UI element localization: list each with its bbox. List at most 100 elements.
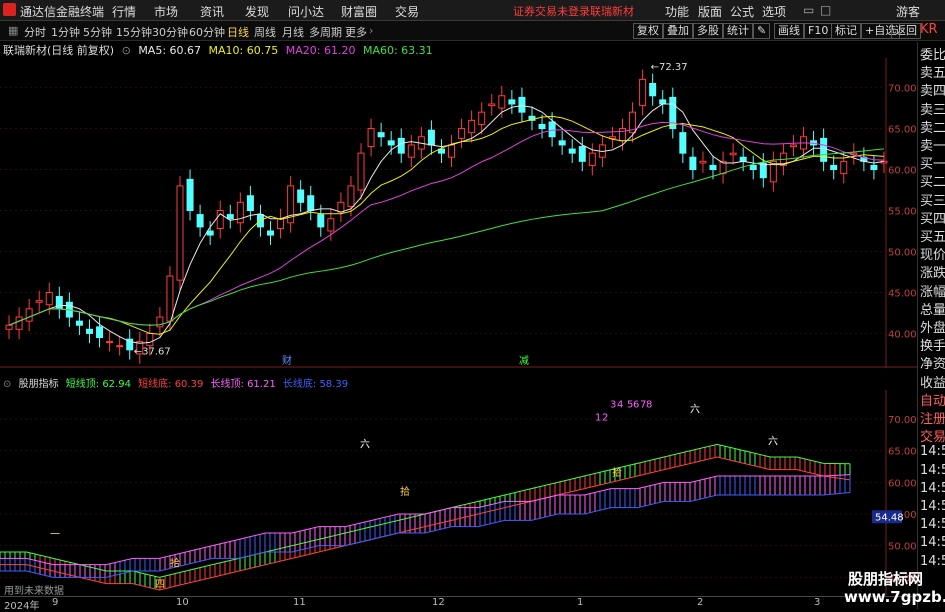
candle-body: [578, 146, 586, 162]
menu-formula[interactable]: 公式: [730, 3, 754, 20]
ma-line-ma5: [8, 103, 885, 344]
stats-button[interactable]: 统计: [723, 23, 753, 39]
menu-quotes[interactable]: 行情: [112, 3, 136, 20]
settings-icon[interactable]: ⊙: [122, 44, 131, 57]
candle-body: [478, 111, 486, 125]
date-label: 2: [697, 597, 704, 608]
candle-body: [277, 218, 285, 230]
menu-options[interactable]: 选项: [762, 3, 786, 20]
candle-body: [588, 152, 596, 166]
menu-discover[interactable]: 发现: [245, 3, 269, 20]
signal-mark: 六: [690, 404, 700, 416]
window-icon[interactable]: □: [820, 3, 831, 17]
candle-body: [488, 103, 496, 107]
tab-monthly[interactable]: 月线: [282, 24, 304, 40]
grid-icon[interactable]: ▦: [8, 24, 18, 37]
tab-multi-period[interactable]: 多周期: [309, 24, 342, 40]
candle-body: [498, 95, 506, 109]
low-price-label: ←37.67: [134, 347, 171, 358]
price-tick-label: 70.00: [888, 84, 917, 95]
high-price-label: ←72.37: [651, 62, 688, 73]
panel-label: 买四: [920, 211, 945, 227]
panel-label: 卖一: [920, 139, 945, 154]
candle-body: [568, 148, 576, 154]
candle-body: [820, 137, 828, 162]
indicator-settings-icon[interactable]: ⊙: [3, 379, 11, 390]
watermark-url: www.7gpzb.com: [844, 588, 945, 606]
tab-15min[interactable]: 15分钟: [116, 24, 152, 40]
ma20-label: MA20: 61.20: [285, 44, 356, 57]
right-quote-panel: KR 委比 卖五 卖四 卖三 卖二 卖一 买一 买二 买三 买四 买五 现价 涨跌 涨幅 总量 外盘 换手 净资收…: [917, 22, 945, 609]
candle-body: [407, 144, 415, 158]
candle-body: [307, 195, 315, 211]
panel-label: 换手: [920, 339, 945, 355]
price-chart[interactable]: 40.00 45.00 50.00 55.00 60.00 65.00 70.00 ←72.3…: [0, 58, 917, 368]
menu-ask[interactable]: 问小达: [288, 3, 324, 20]
ma-line-ma10: [8, 115, 885, 335]
ma60-label: MA60: 63.31: [362, 44, 433, 57]
chevron-right-icon[interactable]: ›: [369, 24, 373, 37]
f10-button[interactable]: F10: [804, 23, 833, 39]
menu-trade[interactable]: 交易: [395, 3, 419, 20]
candle-body: [649, 82, 657, 97]
guest-label[interactable]: 游客: [896, 3, 920, 20]
date-label: 12: [432, 597, 445, 608]
candle-body: [357, 152, 365, 191]
indicator-tick-label: 65.00: [888, 447, 917, 458]
current-value-label: 54.48: [875, 512, 904, 523]
indicator-chart[interactable]: 45.0050.0055.0060.0065.0070.0054.48六拾四一1…: [0, 390, 917, 595]
price-tick-label: 65.00: [888, 125, 917, 136]
panel-label: 收益: [920, 375, 945, 391]
tab-more[interactable]: 更多: [345, 24, 367, 40]
candle-body: [226, 214, 234, 220]
tab-1min[interactable]: 1分钟: [51, 24, 80, 40]
menu-wealth[interactable]: 财富圈: [341, 3, 377, 20]
overlay-button[interactable]: 叠加: [663, 23, 693, 39]
tab-weekly[interactable]: 周线: [254, 24, 276, 40]
panel-label: 交易: [920, 430, 945, 446]
signal-mark: 8: [646, 400, 652, 411]
tab-daily[interactable]: 日线: [227, 24, 249, 40]
signal-mark: 六: [360, 439, 370, 451]
candle-body: [377, 132, 385, 138]
menu-news[interactable]: 资讯: [200, 3, 224, 20]
candle-body: [749, 164, 757, 171]
menu-market[interactable]: 市场: [154, 3, 178, 20]
mark-button[interactable]: 标记: [831, 23, 861, 39]
ruler-icon[interactable]: ✎: [753, 23, 771, 39]
signal-mark: 3: [610, 400, 616, 411]
date-label: 2024年: [4, 601, 40, 612]
multi-stock-button[interactable]: 多股: [693, 23, 723, 39]
price-tick-label: 50.00: [888, 247, 917, 258]
back-button[interactable]: 返回: [891, 23, 921, 39]
candle-body: [5, 324, 13, 330]
tab-minute[interactable]: 分时: [24, 24, 46, 40]
candle-body: [840, 160, 848, 175]
tab-5min[interactable]: 5分钟: [83, 24, 112, 40]
candle-body: [558, 140, 566, 146]
signal-mark: 拾: [400, 485, 410, 498]
price-tick-label: 40.00: [888, 329, 917, 340]
candle-body: [246, 195, 254, 211]
candle-body: [96, 326, 104, 339]
price-tick-label: 60.00: [888, 166, 917, 177]
signal-mark: 1: [595, 412, 601, 423]
restore-rights-button[interactable]: 复权: [633, 23, 663, 39]
tab-60min[interactable]: 60分钟: [189, 24, 225, 40]
reduce-marker: 减: [519, 355, 529, 367]
draw-button[interactable]: 画线: [774, 23, 804, 39]
candle-body: [397, 137, 405, 154]
tab-30min[interactable]: 30分钟: [152, 24, 188, 40]
login-warning[interactable]: 证券交易未登录: [513, 3, 590, 19]
panel-label: 买一: [920, 157, 945, 173]
date-axis: 2024年 9 10 11 12 1 2 3: [0, 596, 917, 612]
candle-body: [387, 140, 395, 146]
candle-body: [367, 128, 375, 148]
minimize-icon[interactable]: ▭: [803, 3, 814, 17]
menu-function[interactable]: 功能: [665, 3, 689, 20]
indicator-line: [0, 492, 851, 578]
menu-layout[interactable]: 版面: [698, 3, 722, 20]
candle-body: [15, 316, 23, 330]
candle-body: [448, 144, 456, 158]
panel-label: 14:5: [920, 462, 945, 478]
